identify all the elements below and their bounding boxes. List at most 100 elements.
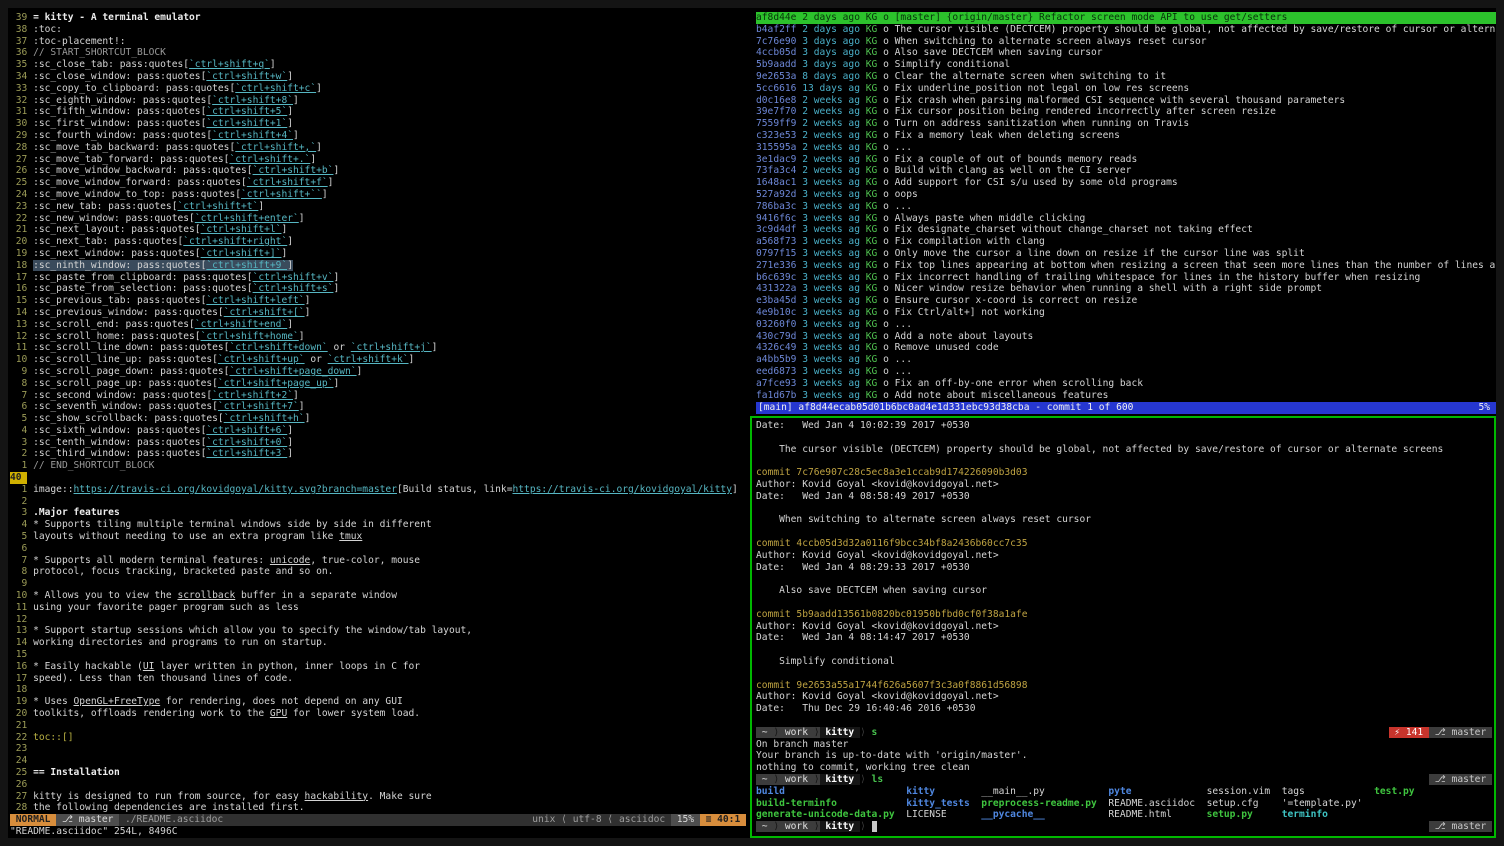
- tig-status-text: [main] af8d44ecab05d01b6bc0ad4e1d331ebc9…: [758, 402, 1133, 414]
- text-segment: [1305, 786, 1374, 797]
- text-segment: :sc_next_window: pass:quotes[: [33, 248, 201, 259]
- commit-hash: eed6873: [756, 366, 796, 377]
- text-segment: ]: [333, 283, 339, 294]
- commit-header: commit 4ccb05d3d32a0116f9bcc34bf8a2436b6…: [756, 538, 1027, 549]
- text-segment: ]: [287, 448, 293, 459]
- commit-message: ...: [895, 319, 912, 330]
- text-segment: ]: [732, 484, 738, 495]
- editor-line: 13:sc_scroll_end: pass:quotes[`ctrl+shif…: [10, 319, 746, 331]
- editor-line: 37:toc-placement!:: [10, 36, 746, 48]
- line-number: 8: [10, 566, 27, 578]
- commit-hash: 3c9d4df: [756, 224, 796, 235]
- prompt-segment-cwd: kitty: [820, 727, 860, 738]
- commit-message: Fix a couple of out of bounds memory rea…: [895, 154, 1138, 165]
- executable-entry: test.py: [1374, 786, 1414, 797]
- text-segment: :sc_scroll_page_up: pass:quotes[: [33, 378, 218, 389]
- inline-code: `ctrl+shift+end`: [195, 319, 287, 330]
- commit-row: 5cc6616 13 days ag KG o Fix underline_po…: [756, 83, 1496, 95]
- editor-line: 28the following dependencies are install…: [10, 802, 746, 814]
- commit-row: a4bb5b9 3 weeks ag KG o ...: [756, 354, 1496, 366]
- graph-node-icon: o: [877, 319, 894, 330]
- terminal-line: Date: Thu Dec 29 16:40:46 2016 +0530: [756, 703, 1494, 715]
- editor-line: 30:sc_first_window: pass:quotes[`ctrl+sh…: [10, 118, 746, 130]
- text-segment: :sc_move_window_forward: pass:quotes[: [33, 177, 247, 188]
- commit-row: 271e336 3 weeks ag KG o Fix top lines ap…: [756, 260, 1496, 272]
- line-number: 10: [10, 590, 27, 602]
- text-segment: LICENSE: [906, 809, 946, 820]
- text-segment: ]: [322, 189, 328, 200]
- text-segment: :toc:: [33, 24, 62, 35]
- text-segment: Simplify conditional: [756, 656, 895, 667]
- tig-log-pane[interactable]: af8d44e 2 days ago KG o [master] {origin…: [752, 8, 1496, 414]
- text-segment: layouts without needing to use an extra …: [33, 531, 339, 542]
- line-number: 11: [10, 342, 27, 354]
- inline-code: `ctrl+shift+left`: [206, 295, 304, 306]
- comment-text: // END_SHORTCUT_BLOCK: [33, 460, 154, 471]
- text-segment: ]: [299, 213, 305, 224]
- commit-author: KG: [860, 201, 877, 212]
- text-segment: kitty is designed to run from source, fo…: [33, 791, 304, 802]
- text-segment: [947, 809, 982, 820]
- graph-node-icon: o: [877, 366, 894, 377]
- graph-node-icon: o: [877, 71, 894, 82]
- line-number: 14: [10, 637, 27, 649]
- text-segment: Date: Wed Jan 4 10:02:39 2017 +0530: [756, 420, 970, 431]
- line-number: 36: [10, 47, 27, 59]
- commit-author: KG: [860, 378, 877, 389]
- commit-row: 0797f15 3 weeks ag KG o Only move the cu…: [756, 248, 1496, 260]
- line-number: 27: [10, 791, 27, 803]
- encoding-value: utf-8: [573, 814, 602, 825]
- text-segment: :sc_ninth_window: pass:quotes[: [33, 260, 206, 271]
- line-number: 8: [10, 378, 27, 390]
- text-segment: :sc_close_window: pass:quotes[: [33, 71, 206, 82]
- terminal-line: Simplify conditional: [756, 656, 1494, 668]
- graph-node-icon: o: [877, 130, 894, 141]
- inline-code: `ctrl+shift+5`: [206, 106, 287, 117]
- prompt-right-group: ⚡ 141 ⎇ master: [1389, 727, 1492, 739]
- commit-date: 2 days ago: [796, 24, 860, 35]
- graph-node-icon: o: [877, 59, 894, 70]
- editor-line: 1image::https://travis-ci.org/kovidgoyal…: [10, 484, 746, 496]
- commit-hash: 03260f0: [756, 319, 796, 330]
- text-segment: [837, 798, 906, 809]
- line-number: 6: [10, 543, 27, 555]
- commit-author: KG: [860, 83, 877, 94]
- commit-date: 3 weeks ag: [796, 331, 860, 342]
- text-segment: , true-color, mouse: [310, 555, 420, 566]
- inline-code: `ctrl+shift+b`: [253, 165, 334, 176]
- text-segment: the following dependencies are installed…: [33, 802, 304, 813]
- commit-date: 3 weeks ag: [796, 189, 860, 200]
- commit-message: Also save DECTCEM when saving cursor: [895, 47, 1103, 58]
- text-segment: ]: [299, 331, 305, 342]
- text-segment: [1172, 809, 1207, 820]
- vim-editor-pane[interactable]: 39= kitty - A terminal emulator38:toc:37…: [8, 8, 746, 838]
- commit-date: 3 days ago: [796, 59, 860, 70]
- commit-author: KG: [860, 71, 877, 82]
- commit-message: Turn on address sanitization when runnin…: [895, 118, 1190, 129]
- graph-node-icon: o: [877, 12, 894, 23]
- graph-node-icon: o: [877, 283, 894, 294]
- comment-text: // START_SHORTCUT_BLOCK: [33, 47, 166, 58]
- commit-author: KG: [860, 47, 877, 58]
- graph-node-icon: o: [877, 272, 894, 283]
- editor-line: 20:sc_next_tab: pass:quotes[`ctrl+shift+…: [10, 236, 746, 248]
- shell-pane[interactable]: Date: Wed Jan 4 10:02:39 2017 +0530 The …: [750, 416, 1496, 838]
- editor-line: 12:sc_scroll_home: pass:quotes[`ctrl+shi…: [10, 331, 746, 343]
- commit-author: KG: [860, 59, 877, 70]
- commit-date: 2 weeks ag: [796, 130, 860, 141]
- terminal-line: Author: Kovid Goyal <kovid@kovidgoyal.ne…: [756, 621, 1494, 633]
- vim-mode-indicator: NORMAL: [10, 814, 56, 826]
- terminal-line: Date: Wed Jan 4 08:14:47 2017 +0530: [756, 632, 1494, 644]
- text-segment: ]: [432, 342, 438, 353]
- editor-line: 16* Easily hackable (UI layer written in…: [10, 661, 746, 673]
- terminal-line: Author: Kovid Goyal <kovid@kovidgoyal.ne…: [756, 691, 1494, 703]
- commit-hash: d0c16e8: [756, 95, 796, 106]
- commit-author: KG: [860, 95, 877, 106]
- editor-line: 26: [10, 779, 746, 791]
- commit-author: KG: [860, 307, 877, 318]
- text-segment: [935, 786, 981, 797]
- commit-row: 5b9aadd 3 days ago KG o Simplify conditi…: [756, 59, 1496, 71]
- commit-hash: b6c639c: [756, 272, 796, 283]
- directory-entry: kitty_tests: [906, 798, 970, 809]
- vim-cmdline: "README.asciidoc" 254L, 8496C: [10, 826, 746, 838]
